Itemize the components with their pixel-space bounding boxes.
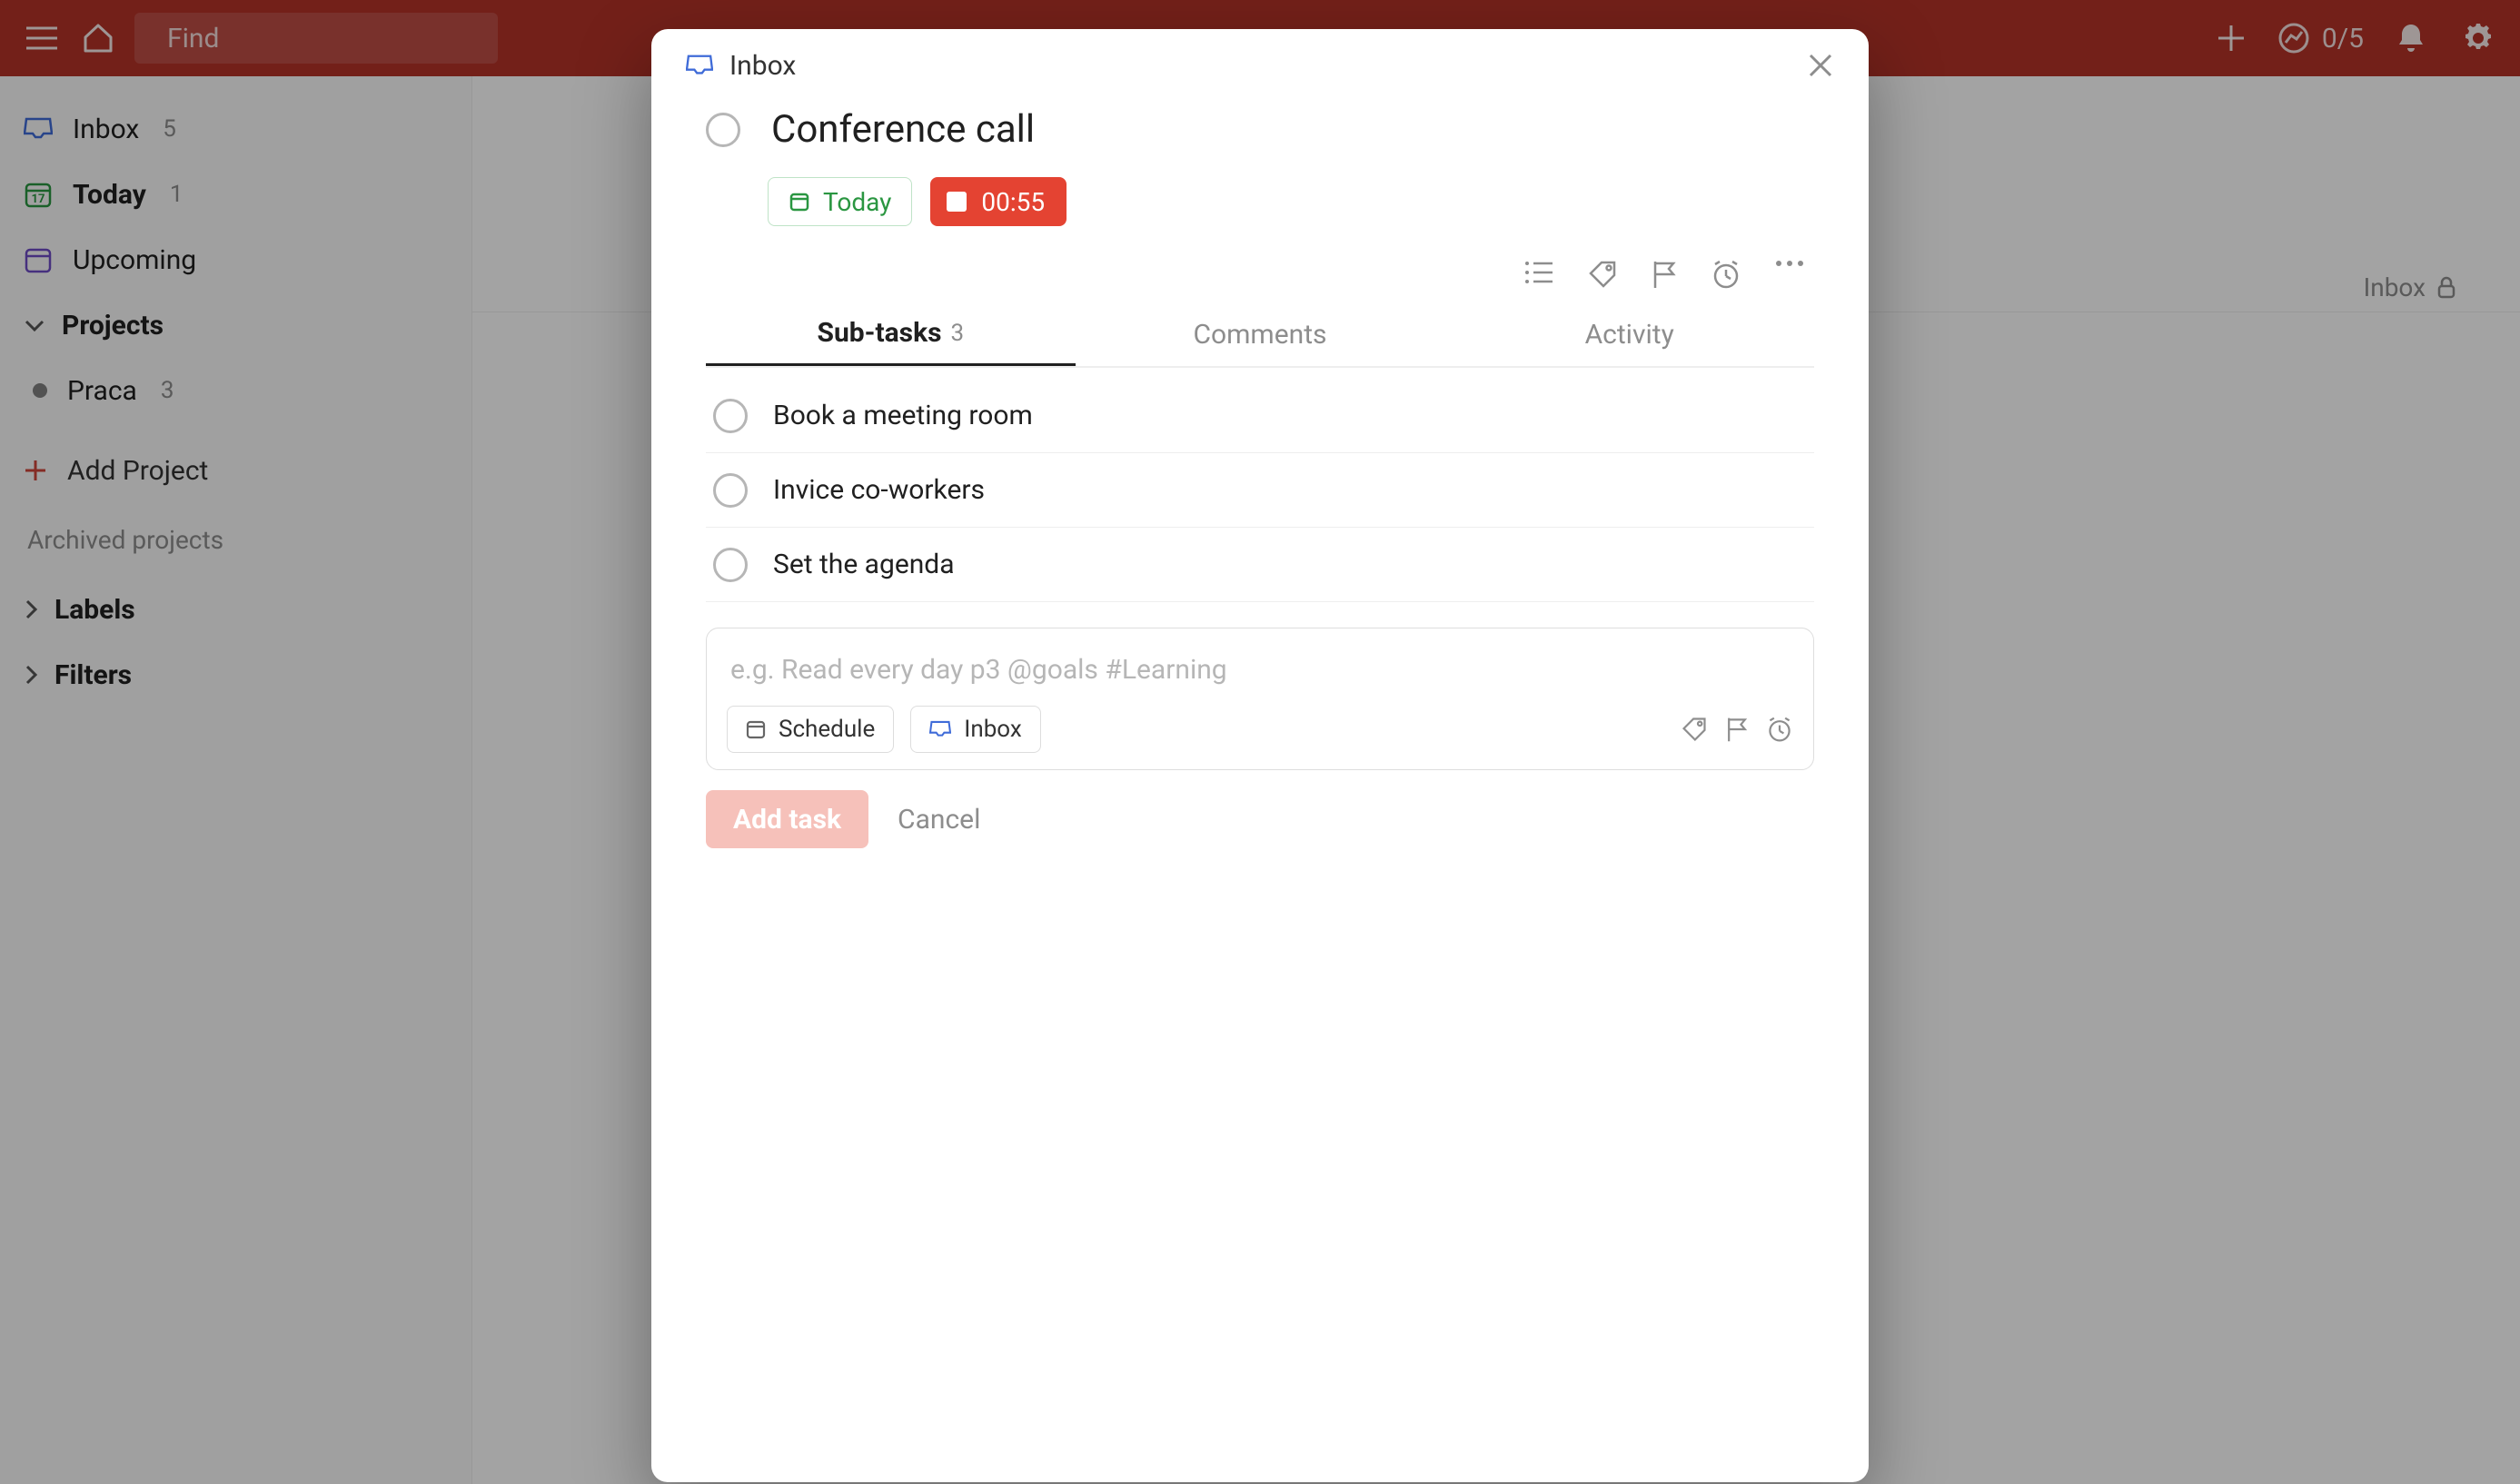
subtask-title: Invice co-workers xyxy=(773,474,985,506)
modal-header: Inbox xyxy=(651,29,1869,102)
subtask-complete-checkbox[interactable] xyxy=(713,548,748,582)
task-complete-checkbox[interactable] xyxy=(706,113,740,147)
modal-location-label[interactable]: Inbox xyxy=(729,50,796,82)
more-action[interactable] xyxy=(1774,259,1805,290)
inbox-icon xyxy=(686,53,713,78)
new-subtask-actions: Add task Cancel xyxy=(706,790,1814,848)
tab-label: Comments xyxy=(1193,319,1326,351)
label-action[interactable] xyxy=(1587,259,1618,290)
schedule-chip[interactable]: Today xyxy=(768,177,912,226)
close-icon xyxy=(1807,52,1834,79)
task-title[interactable]: Conference call xyxy=(771,107,1035,152)
alarm-icon xyxy=(1711,259,1741,290)
stop-icon xyxy=(947,192,967,212)
new-subtask-priority-action[interactable] xyxy=(1724,716,1750,743)
subtask-title: Book a meeting room xyxy=(773,400,1033,431)
flag-icon xyxy=(1651,259,1678,290)
new-subtask-label-action[interactable] xyxy=(1681,716,1708,743)
modal-overlay[interactable]: Inbox Conference call Today 00:55 xyxy=(0,0,2520,1484)
dots-icon xyxy=(1774,259,1805,268)
inbox-icon xyxy=(929,719,951,739)
task-tabs: Sub-tasks 3 Comments Activity xyxy=(706,302,1814,368)
cancel-button[interactable]: Cancel xyxy=(892,803,986,836)
pill-label: Inbox xyxy=(964,716,1022,743)
schedule-label: Today xyxy=(823,187,891,217)
tag-icon xyxy=(1681,716,1708,743)
tab-activity[interactable]: Activity xyxy=(1444,302,1814,366)
pill-label: Schedule xyxy=(779,716,875,743)
timer-chip[interactable]: 00:55 xyxy=(930,177,1067,226)
flag-icon xyxy=(1724,716,1750,743)
tab-count: 3 xyxy=(951,320,965,347)
subtask-row[interactable]: Invice co-workers xyxy=(706,453,1814,528)
new-subtask-reminder-action[interactable] xyxy=(1766,716,1793,743)
tag-icon xyxy=(1587,259,1618,290)
add-task-button[interactable]: Add task xyxy=(706,790,868,848)
task-actions-row xyxy=(706,259,1814,290)
subtask-complete-checkbox[interactable] xyxy=(713,473,748,508)
task-detail-modal: Inbox Conference call Today 00:55 xyxy=(651,29,1869,1482)
calendar-icon xyxy=(789,191,810,213)
new-subtask-editor: Schedule Inbox xyxy=(706,628,1814,770)
tab-label: Activity xyxy=(1585,319,1674,351)
alarm-icon xyxy=(1766,716,1793,743)
reminder-action[interactable] xyxy=(1711,259,1741,290)
tab-subtasks[interactable]: Sub-tasks 3 xyxy=(706,302,1076,366)
tab-label: Sub-tasks xyxy=(818,317,942,349)
list-icon xyxy=(1523,259,1554,286)
subtask-title: Set the agenda xyxy=(773,549,955,580)
tab-comments[interactable]: Comments xyxy=(1076,302,1445,366)
subtasks-action[interactable] xyxy=(1523,259,1554,290)
subtasks-list: Book a meeting room Invice co-workers Se… xyxy=(651,368,1869,602)
new-subtask-input[interactable] xyxy=(727,645,1793,695)
close-button[interactable] xyxy=(1807,52,1834,79)
new-subtask-project-pill[interactable]: Inbox xyxy=(910,706,1041,753)
priority-action[interactable] xyxy=(1651,259,1678,290)
subtask-row[interactable]: Set the agenda xyxy=(706,528,1814,602)
calendar-icon xyxy=(746,719,766,739)
new-subtask-schedule-pill[interactable]: Schedule xyxy=(727,706,894,753)
subtask-row[interactable]: Book a meeting room xyxy=(706,379,1814,453)
task-main: Conference call Today 00:55 xyxy=(651,102,1869,368)
subtask-complete-checkbox[interactable] xyxy=(713,399,748,433)
timer-value: 00:55 xyxy=(981,187,1045,217)
